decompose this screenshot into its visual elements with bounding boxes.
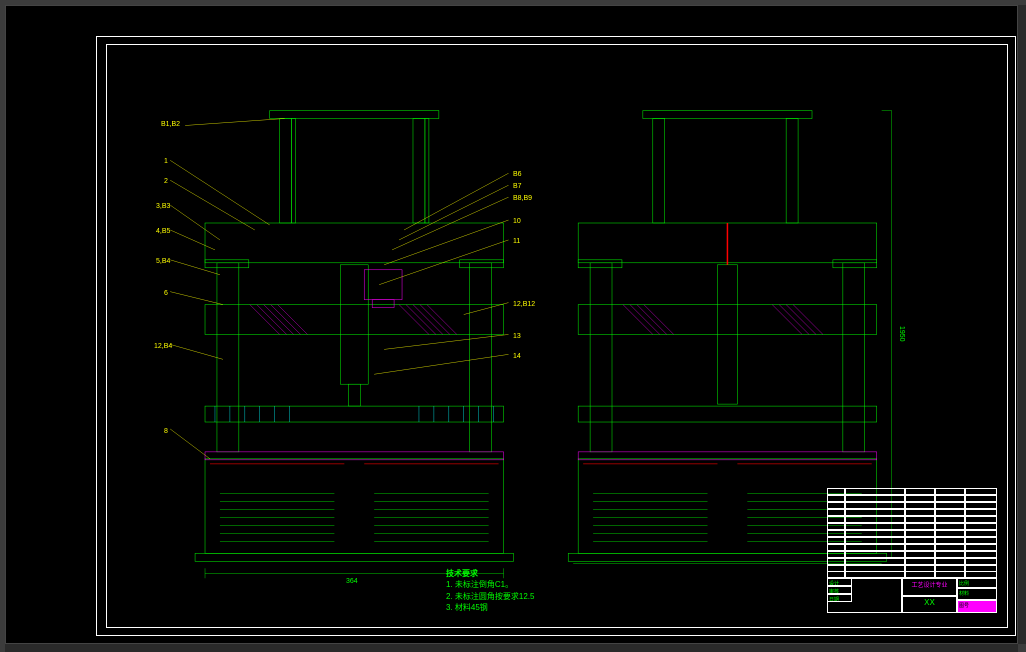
tb-r9 bbox=[827, 544, 997, 551]
notes-line2: 2. 未标注圆角按要求12.5 bbox=[446, 591, 534, 602]
scrollbar-vertical[interactable] bbox=[1018, 5, 1026, 644]
tb-r2 bbox=[827, 495, 997, 502]
title-block: 工艺设计专业 XX 比例 材料 图号 设计 审核 日期 bbox=[827, 488, 997, 613]
callout-14: 14 bbox=[513, 353, 521, 360]
dim-height: 1950 bbox=[898, 326, 905, 342]
callout-b6: B6 bbox=[513, 171, 522, 178]
callout-b8b9: B8,B9 bbox=[513, 195, 532, 202]
tb-r6 bbox=[827, 523, 997, 530]
callout-12b: 12,B12 bbox=[513, 301, 535, 308]
tb-design: 设计 bbox=[827, 578, 852, 586]
callout-3: 3,B3 bbox=[156, 203, 170, 210]
tb-title: 工艺设计专业 bbox=[902, 578, 957, 596]
tb-r11 bbox=[827, 558, 997, 565]
callout-1: 1 bbox=[164, 158, 168, 165]
tb-r1 bbox=[827, 488, 997, 495]
callout-2: 2 bbox=[164, 178, 168, 185]
tb-r8 bbox=[827, 537, 997, 544]
notes-title: 技术要求 bbox=[446, 568, 534, 579]
callout-b1b2: B1,B2 bbox=[161, 121, 180, 128]
tb-date: 日期 bbox=[827, 594, 852, 602]
tb-r10 bbox=[827, 551, 997, 558]
callout-13: 13 bbox=[513, 333, 521, 340]
notes-block: 技术要求 1. 未标注倒角C1。 2. 未标注圆角按要求12.5 3. 材料45… bbox=[446, 568, 534, 613]
notes-line3: 3. 材料45钢 bbox=[446, 602, 534, 613]
tb-scale: 比例 bbox=[957, 578, 997, 588]
callout-b7: B7 bbox=[513, 183, 522, 190]
tb-mat: 材料 bbox=[957, 588, 997, 600]
notes-line1: 1. 未标注倒角C1。 bbox=[446, 579, 534, 590]
tb-num: 图号 bbox=[957, 600, 997, 613]
callout-6: 6 bbox=[164, 290, 168, 297]
callout-4: 4,B5 bbox=[156, 228, 170, 235]
callout-12: 12,B4 bbox=[154, 343, 172, 350]
cad-canvas[interactable]: B1,B2 1 2 3,B3 4,B5 5,B4 6 12,B4 8 B6 B7… bbox=[5, 5, 1018, 644]
callout-8: 8 bbox=[164, 428, 168, 435]
tb-xx: XX bbox=[902, 596, 957, 613]
tb-r12 bbox=[827, 565, 997, 572]
tb-r4 bbox=[827, 509, 997, 516]
dim-width: 364 bbox=[346, 578, 358, 585]
scrollbar-horizontal[interactable] bbox=[5, 644, 1018, 652]
callout-5: 5,B4 bbox=[156, 258, 170, 265]
tb-r3 bbox=[827, 502, 997, 509]
tb-check: 审核 bbox=[827, 586, 852, 594]
tb-r7 bbox=[827, 530, 997, 537]
callout-10: 10 bbox=[513, 218, 521, 225]
tb-r5 bbox=[827, 516, 997, 523]
callout-11: 11 bbox=[513, 238, 520, 245]
